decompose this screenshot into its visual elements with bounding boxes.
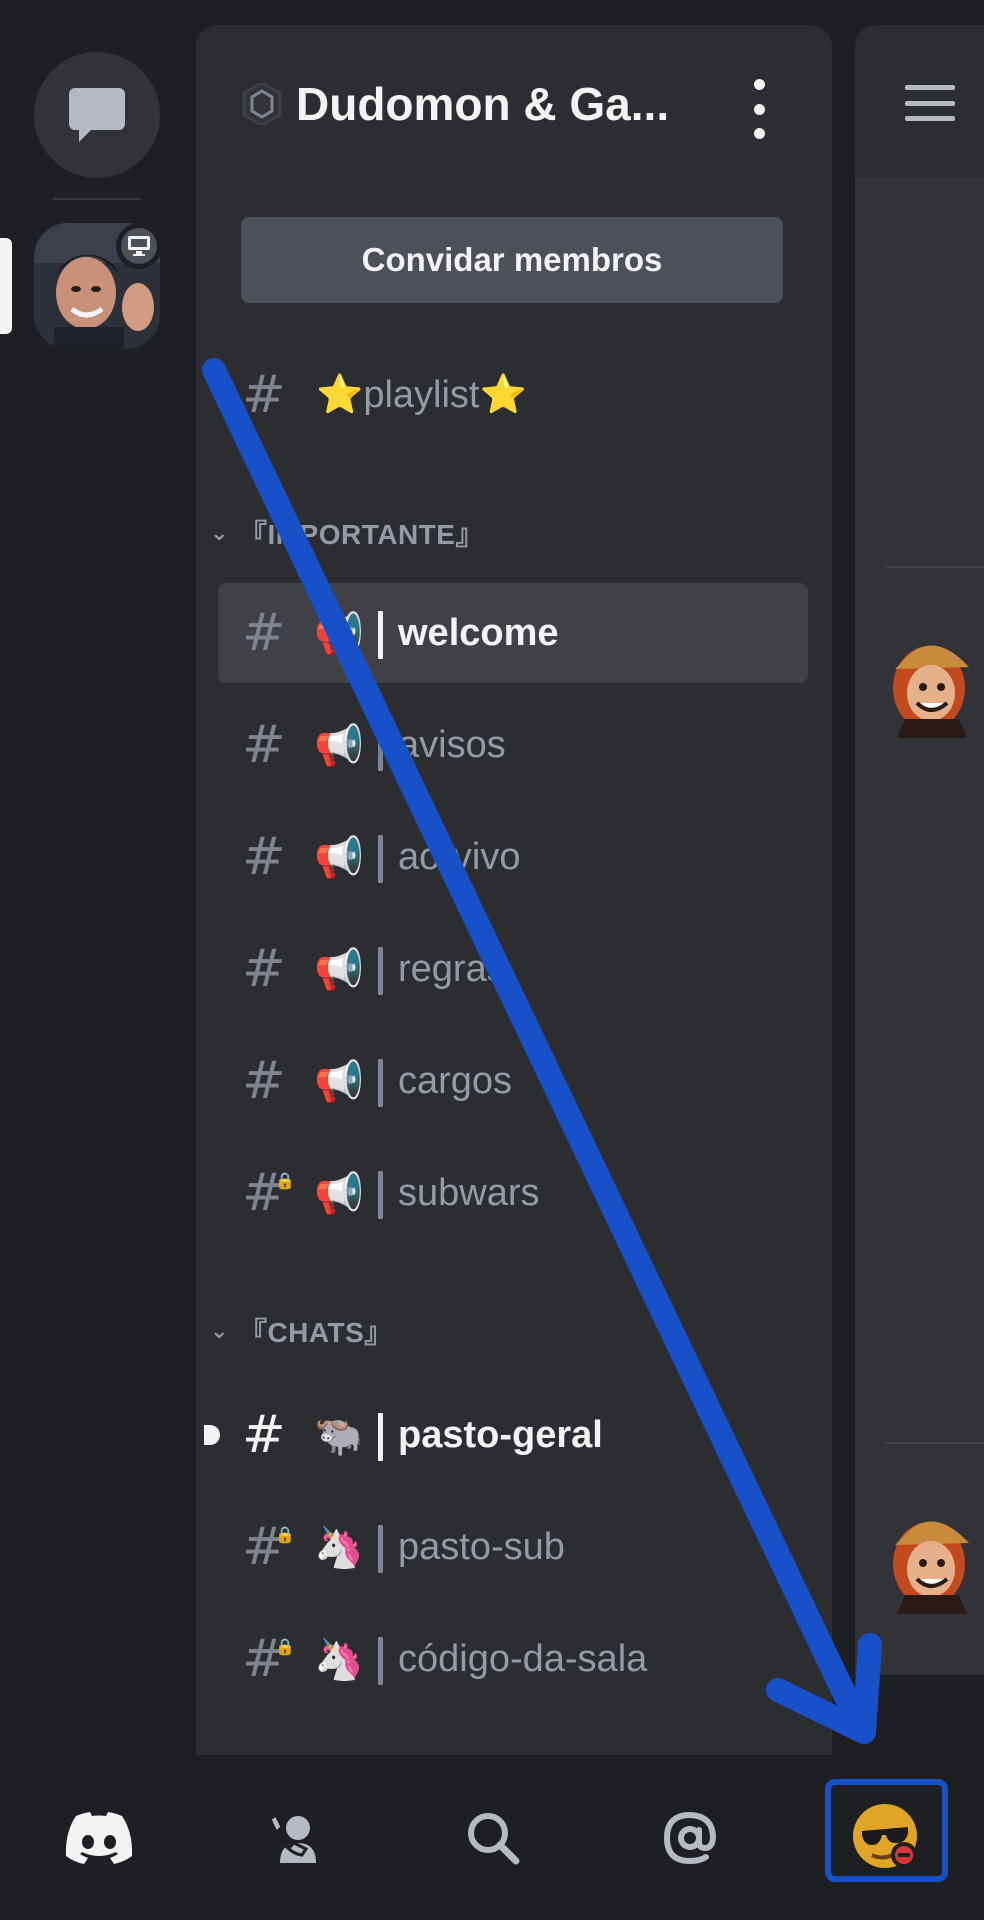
chat-bubble-icon [69, 88, 125, 142]
channel-subwars[interactable]: # 🔒 📢 subwars [218, 1143, 808, 1243]
separator-bar [378, 1413, 383, 1461]
discord-app: Dudomon & Ga... Convidar membros # ⭐play… [0, 0, 984, 1920]
nav-mentions[interactable] [591, 1755, 788, 1920]
profile-highlight-box [825, 1779, 948, 1882]
chat-topbar [855, 25, 984, 178]
lock-icon: 🔒 [275, 1173, 295, 1190]
channel-pasto-geral[interactable]: # 🐃 pasto-geral [204, 1385, 808, 1485]
nav-friends[interactable] [197, 1755, 394, 1920]
hash-icon: # [242, 939, 286, 999]
megaphone-icon: 📢 [314, 722, 364, 769]
channel-ao-vivo[interactable]: # 📢 ao-vivo [218, 807, 808, 907]
hash-icon: # [242, 365, 286, 425]
channel-label: pasto-sub [398, 1525, 565, 1568]
channel-playlist[interactable]: # ⭐playlist⭐ [218, 345, 808, 445]
hash-icon: # [242, 1405, 286, 1465]
separator-bar [378, 611, 383, 659]
separator-bar [378, 1171, 383, 1219]
rail-separator [53, 198, 141, 200]
channel-codigo-da-sala[interactable]: # 🔒 🦄 código-da-sala [218, 1609, 808, 1709]
invite-members-button[interactable]: Convidar membros [241, 217, 783, 303]
unicorn-icon: 🦄 [314, 1636, 364, 1683]
megaphone-icon: 📢 [314, 1058, 364, 1105]
channel-label: regras [398, 947, 506, 990]
channel-regras[interactable]: # 📢 regras [218, 919, 808, 1019]
hamburger-menu-icon[interactable] [905, 85, 955, 121]
channel-label: subwars [398, 1171, 540, 1214]
guild-boost-icon [242, 83, 282, 125]
message-divider [885, 566, 984, 568]
megaphone-icon: 📢 [314, 610, 364, 657]
chat-area [855, 25, 984, 1675]
channel-label: código-da-sala [398, 1637, 648, 1680]
channel-label: avisos [398, 723, 506, 766]
lock-icon: 🔒 [275, 1527, 295, 1544]
channel-cargos[interactable]: # 📢 cargos [218, 1031, 808, 1131]
channel-label: cargos [398, 1059, 513, 1102]
megaphone-icon: 📢 [314, 946, 364, 993]
discord-home-icon [65, 1811, 132, 1864]
channel-avisos[interactable]: # 📢 avisos [218, 695, 808, 795]
megaphone-icon: 📢 [314, 834, 364, 881]
channel-label: welcome [398, 611, 559, 654]
channel-label: ⭐playlist⭐ [316, 374, 527, 416]
server-badge [116, 223, 162, 269]
separator-bar [378, 1637, 383, 1685]
separator-bar [378, 723, 383, 771]
separator-bar [378, 1059, 383, 1107]
selected-server-indicator [0, 238, 12, 334]
category-chats[interactable]: ⌄ 『CHATS』 [210, 1311, 393, 1351]
friends-icon [267, 1812, 316, 1863]
category-label: 『IMPORTANTE』 [238, 519, 484, 550]
hash-icon: # [242, 1051, 286, 1111]
nav-home[interactable] [0, 1755, 197, 1920]
channel-panel: Dudomon & Ga... Convidar membros # ⭐play… [196, 25, 832, 1755]
lock-icon: 🔒 [275, 1639, 295, 1656]
channel-welcome[interactable]: # 📢 welcome [218, 583, 808, 683]
chevron-down-icon: ⌄ [210, 520, 229, 545]
separator-bar [378, 947, 383, 995]
message-avatar[interactable] [889, 633, 984, 738]
separator-bar [378, 1525, 383, 1573]
water-buffalo-icon: 🐃 [314, 1412, 364, 1459]
monitor-icon [128, 236, 150, 256]
hash-icon: # [242, 715, 286, 775]
channel-label: ao-vivo [398, 835, 521, 878]
guild-header[interactable]: Dudomon & Ga... [196, 25, 832, 180]
channel-label: pasto-geral [398, 1413, 603, 1456]
megaphone-icon: 📢 [314, 1170, 364, 1217]
direct-messages-button[interactable] [34, 52, 160, 178]
message-divider [885, 1442, 984, 1444]
hash-icon: # [242, 603, 286, 663]
message-avatar[interactable] [889, 1509, 984, 1614]
hash-icon: # [242, 827, 286, 887]
mentions-icon [663, 1811, 716, 1864]
unicorn-icon: 🦄 [314, 1524, 364, 1571]
unread-indicator [204, 1425, 220, 1445]
nav-search[interactable] [394, 1755, 591, 1920]
guild-name: Dudomon & Ga... [296, 78, 670, 130]
server-rail [0, 0, 196, 1755]
category-label: 『CHATS』 [238, 1317, 393, 1348]
chevron-down-icon: ⌄ [210, 1318, 229, 1343]
search-icon [467, 1812, 519, 1864]
separator-bar [378, 835, 383, 883]
more-options-icon[interactable] [744, 79, 774, 139]
category-importante[interactable]: ⌄ 『IMPORTANTE』 [210, 513, 484, 553]
channel-pasto-sub[interactable]: # 🔒 🦄 pasto-sub [218, 1497, 808, 1597]
